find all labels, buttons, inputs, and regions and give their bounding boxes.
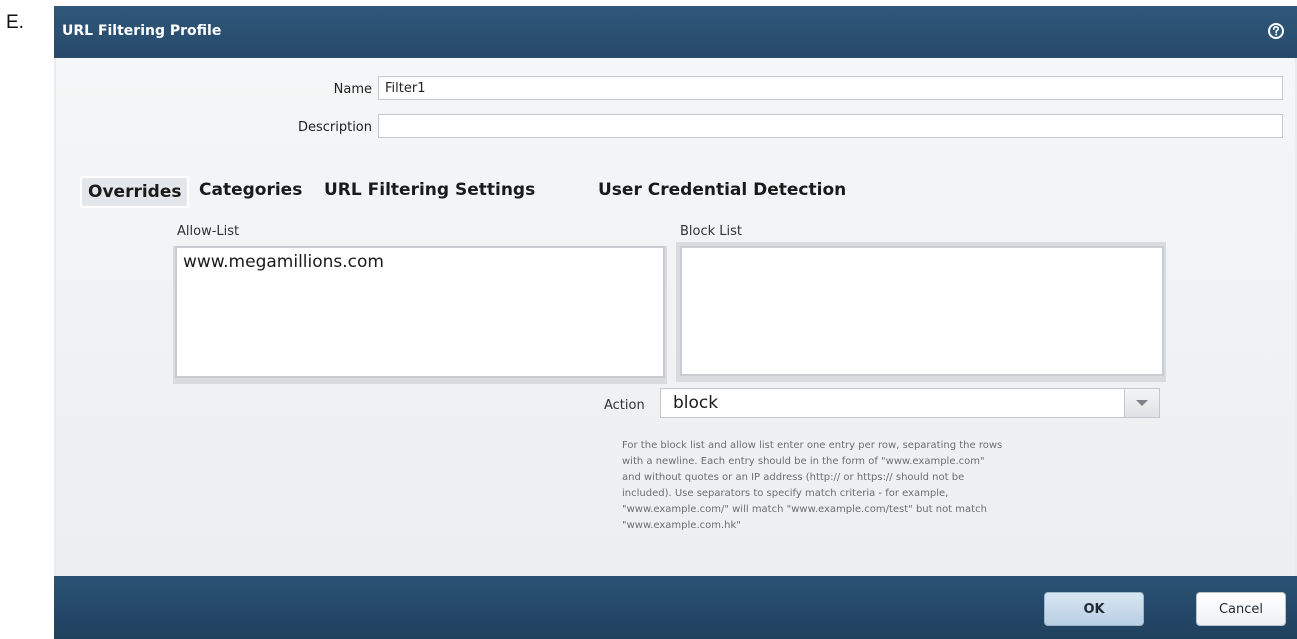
help-text: For the block list and allow list enter … — [622, 438, 1142, 534]
name-input[interactable] — [378, 76, 1283, 100]
name-label: Name — [333, 82, 372, 97]
dialog-title: URL Filtering Profile — [62, 23, 222, 39]
help-circle-icon[interactable] — [1267, 22, 1285, 40]
dialog-footer: OK Cancel — [54, 576, 1297, 639]
tab-categories[interactable]: Categories — [199, 180, 302, 200]
allow-list-entry: www.megamillions.com — [183, 252, 384, 272]
cancel-button[interactable]: Cancel — [1196, 592, 1286, 626]
tab-user-credential-detection[interactable]: User Credential Detection — [598, 180, 846, 200]
help-text-line: with a newline. Each entry should be in … — [622, 456, 985, 467]
description-label: Description — [297, 120, 372, 135]
action-select[interactable]: block — [660, 388, 1160, 418]
tab-overrides[interactable]: Overrides — [80, 176, 190, 208]
chevron-down-icon[interactable] — [1124, 389, 1159, 417]
help-text-line: For the block list and allow list enter … — [622, 440, 1003, 451]
tab-url-filtering-settings[interactable]: URL Filtering Settings — [324, 180, 535, 200]
ok-button[interactable]: OK — [1044, 592, 1144, 626]
action-label: Action — [604, 398, 645, 413]
dialog-body: Name Description Overrides Categories UR… — [56, 58, 1295, 576]
dialog-titlebar: URL Filtering Profile — [54, 6, 1297, 58]
url-filtering-profile-dialog: URL Filtering Profile Name Description O… — [54, 6, 1297, 639]
block-list-textarea[interactable] — [680, 246, 1164, 376]
allow-list-textarea[interactable]: www.megamillions.com — [175, 246, 665, 378]
action-value: block — [673, 393, 719, 413]
description-input[interactable] — [378, 114, 1283, 138]
help-text-line: "www.example.com.hk" — [622, 520, 741, 531]
block-list-label: Block List — [680, 224, 743, 239]
question-label: E. — [6, 12, 24, 33]
help-text-line: and without quotes or an IP address (htt… — [622, 472, 965, 483]
help-text-line: included). Use separators to specify mat… — [622, 488, 949, 499]
help-text-line: "www.example.com/" will match "www.examp… — [622, 504, 987, 515]
allow-list-label: Allow-List — [177, 224, 240, 239]
